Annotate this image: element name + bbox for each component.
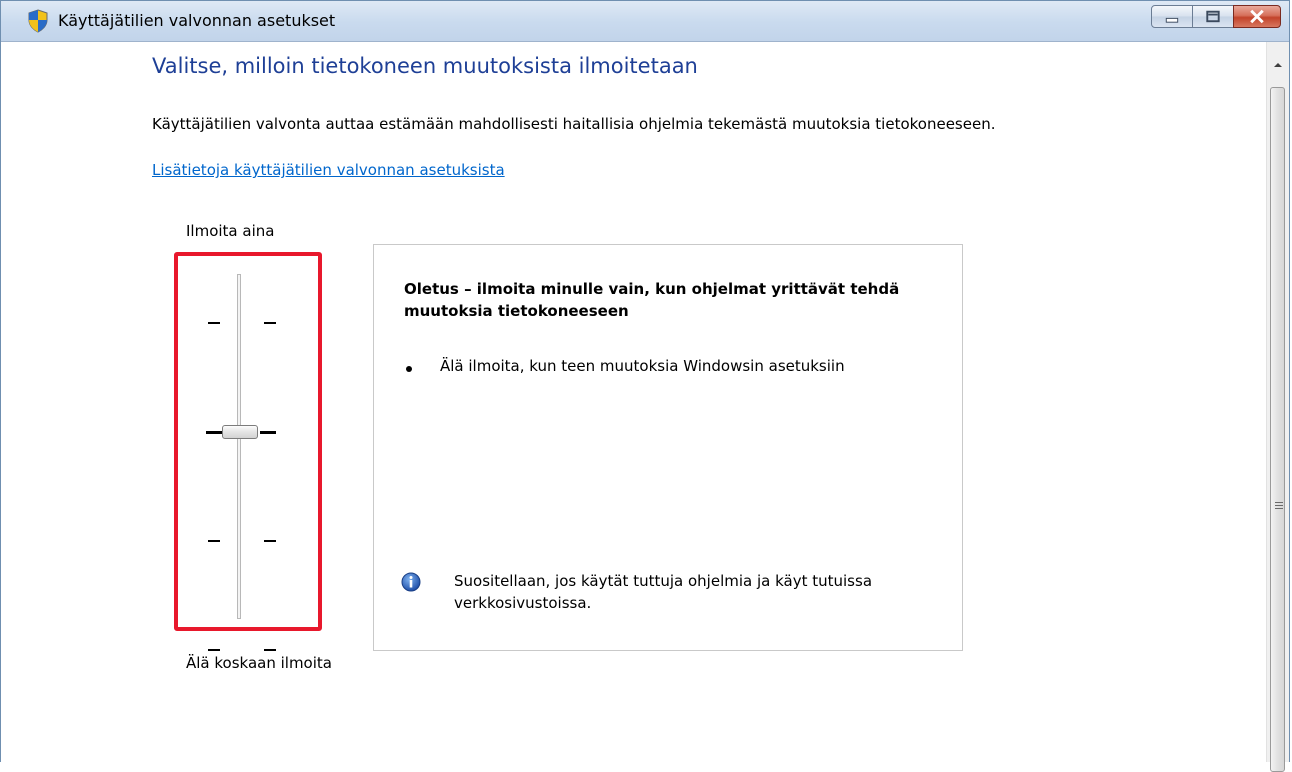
- vertical-scrollbar[interactable]: [1266, 42, 1289, 772]
- tick-right-3: [264, 540, 276, 542]
- uac-shield-icon: [28, 9, 48, 33]
- description-text: Käyttäjätilien valvonta auttaa estämään …: [152, 115, 996, 133]
- level-bullet-text: Älä ilmoita, kun teen muutoksia Windowsi…: [440, 357, 845, 375]
- tick-right-4: [264, 649, 276, 651]
- level-title: Oletus – ilmoita minulle vain, kun ohjel…: [404, 280, 900, 320]
- recommendation-text: Suositellaan, jos käytät tuttuja ohjelmi…: [454, 572, 873, 612]
- notification-level-slider[interactable]: [180, 258, 300, 651]
- scroll-up-arrow-icon[interactable]: [1267, 42, 1289, 86]
- maximize-icon: [1206, 10, 1220, 23]
- tick-left-2: [206, 431, 222, 434]
- close-button[interactable]: [1233, 5, 1281, 28]
- close-icon: [1250, 9, 1264, 24]
- minimize-icon: [1165, 17, 1179, 23]
- slider-bottom-label: Älä koskaan ilmoita: [186, 654, 332, 672]
- slider-track[interactable]: [237, 274, 241, 619]
- bullet-icon: [406, 366, 412, 372]
- caption-buttons: [1151, 5, 1281, 29]
- maximize-button[interactable]: [1192, 5, 1234, 28]
- level-description-box: Oletus – ilmoita minulle vain, kun ohjel…: [373, 244, 963, 651]
- tick-right-1: [264, 322, 276, 324]
- window-title: Käyttäjätilien valvonnan asetukset: [58, 11, 336, 30]
- tick-right-2: [260, 431, 276, 434]
- info-icon: [401, 572, 421, 592]
- slider-thumb[interactable]: [222, 425, 258, 439]
- minimize-button[interactable]: [1151, 5, 1193, 28]
- grip-icon: [1275, 502, 1283, 509]
- scrollbar-thumb[interactable]: [1270, 87, 1285, 772]
- tick-left-3: [208, 540, 220, 542]
- tick-left-1: [208, 322, 220, 324]
- slider-top-label: Ilmoita aina: [186, 222, 275, 240]
- tick-left-4: [208, 649, 220, 651]
- title-bar[interactable]: Käyttäjätilien valvonnan asetukset: [1, 1, 1289, 42]
- page-heading: Valitse, milloin tietokoneen muutoksista…: [152, 54, 698, 78]
- learn-more-link[interactable]: Lisätietoja käyttäjätilien valvonnan ase…: [152, 161, 505, 179]
